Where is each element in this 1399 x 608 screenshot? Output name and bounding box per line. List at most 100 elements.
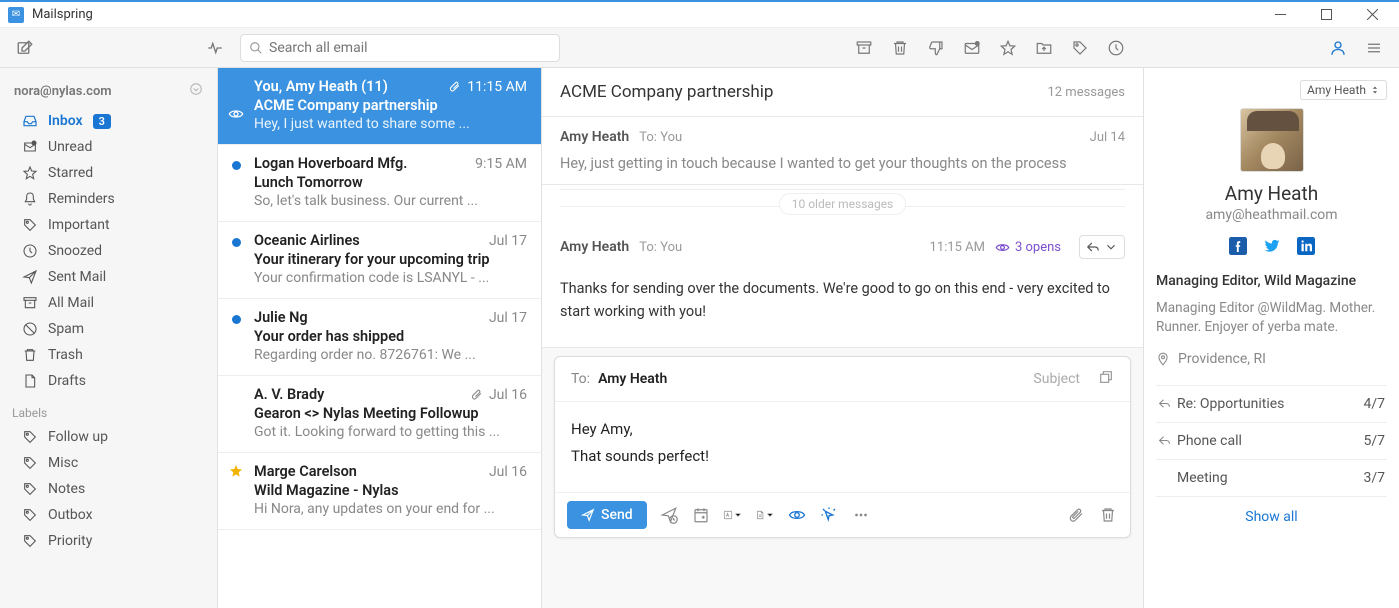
linkedin-icon[interactable] xyxy=(1297,237,1315,255)
close-button[interactable] xyxy=(1349,1,1395,29)
app-title: Mailspring xyxy=(32,7,93,22)
message-from: Julie Ng xyxy=(254,309,308,326)
show-all-link[interactable]: Show all xyxy=(1156,497,1387,537)
composer-body[interactable]: Hey Amy, That sounds perfect! xyxy=(555,402,1130,492)
star-button[interactable] xyxy=(993,33,1023,63)
to-label: To: xyxy=(639,240,657,255)
sidebar-item-drafts[interactable]: Drafts xyxy=(0,368,217,394)
reminder-icon[interactable] xyxy=(691,505,711,525)
minimize-button[interactable] xyxy=(1257,1,1303,29)
trash-button[interactable] xyxy=(885,33,915,63)
recipient-chip[interactable]: Amy Heath xyxy=(598,371,667,387)
reply-dropdown[interactable] xyxy=(1079,235,1125,259)
tag-icon xyxy=(22,429,38,445)
expanded-message: Amy Heath To: You 11:15 AM 3 opens Thank… xyxy=(542,223,1143,348)
sidebar-item-trash[interactable]: Trash xyxy=(0,342,217,368)
related-thread[interactable]: Re: Opportunities4/7 xyxy=(1156,386,1387,423)
message-item[interactable]: Julie NgJul 17Your order has shippedRega… xyxy=(218,299,541,376)
archive-button[interactable] xyxy=(849,33,879,63)
folder-icon xyxy=(22,373,38,389)
message-subject: Wild Magazine - Nylas xyxy=(254,482,527,499)
collapsed-message[interactable]: Amy Heath To: You Jul 14 Hey, just getti… xyxy=(542,117,1143,185)
message-item[interactable]: Oceanic AirlinesJul 17Your itinerary for… xyxy=(218,222,541,299)
message-item[interactable]: A. V. BradyJul 16Gearon <> Nylas Meeting… xyxy=(218,376,541,453)
chevron-down-icon xyxy=(1104,240,1118,254)
menu-button[interactable] xyxy=(1359,33,1389,63)
chevron-down-icon xyxy=(189,82,203,100)
attach-icon[interactable] xyxy=(1066,505,1086,525)
send-button[interactable]: Send xyxy=(567,501,647,529)
star-icon[interactable] xyxy=(228,463,244,483)
message-preview: Hi Nora, any updates on your end for ... xyxy=(254,501,527,517)
composer-to-row[interactable]: To: Amy Heath Subject xyxy=(555,357,1130,402)
thumbs-down-button[interactable] xyxy=(921,33,951,63)
unread-dot xyxy=(232,315,241,324)
profile-button[interactable] xyxy=(1323,33,1353,63)
message-item[interactable]: Marge CarelsonJul 16Wild Magazine - Nyla… xyxy=(218,453,541,530)
related-thread[interactable]: Phone call5/7 xyxy=(1156,423,1387,460)
facebook-icon[interactable] xyxy=(1229,237,1247,255)
twitter-icon[interactable] xyxy=(1263,237,1281,255)
message-item[interactable]: You, Amy Heath (11)11:15 AMACME Company … xyxy=(218,68,541,145)
popout-icon[interactable] xyxy=(1098,369,1114,389)
more-icon[interactable] xyxy=(851,505,871,525)
send-label: Send xyxy=(601,507,633,523)
related-meta: 3/7 xyxy=(1363,470,1385,486)
send-later-icon[interactable] xyxy=(659,505,679,525)
search-icon xyxy=(249,41,263,55)
account-header[interactable]: nora@nylas.com xyxy=(0,74,217,108)
sidebar-item-important[interactable]: Important xyxy=(0,212,217,238)
search-input[interactable] xyxy=(269,40,551,56)
sidebar-item-starred[interactable]: Starred xyxy=(0,160,217,186)
sidebar-label-outbox[interactable]: Outbox xyxy=(0,502,217,528)
sidebar-item-label: Trash xyxy=(48,347,83,363)
folder-icon xyxy=(22,243,38,259)
contact-bio: Managing Editor @WildMag. Mother. Runner… xyxy=(1156,299,1387,337)
sidebar-label-misc[interactable]: Misc xyxy=(0,450,217,476)
related-meta: 4/7 xyxy=(1363,396,1385,412)
mark-read-button[interactable] xyxy=(957,33,987,63)
sidebar-label-notes[interactable]: Notes xyxy=(0,476,217,502)
sidebar-label-priority[interactable]: Priority xyxy=(0,528,217,554)
sidebar-item-snoozed[interactable]: Snoozed xyxy=(0,238,217,264)
sidebar-item-spam[interactable]: Spam xyxy=(0,316,217,342)
track-clicks-icon[interactable] xyxy=(819,505,839,525)
unread-dot xyxy=(232,161,241,170)
maximize-button[interactable] xyxy=(1303,1,1349,29)
delete-draft-icon[interactable] xyxy=(1098,505,1118,525)
opens-count: 3 opens xyxy=(1015,240,1061,255)
template-icon[interactable] xyxy=(755,505,775,525)
sidebar-inbox[interactable]: Inbox 3 xyxy=(0,108,217,134)
activity-icon[interactable] xyxy=(200,33,230,63)
related-thread[interactable]: Meeting3/7 xyxy=(1156,460,1387,497)
sidebar-item-sent-mail[interactable]: Sent Mail xyxy=(0,264,217,290)
translate-icon[interactable] xyxy=(723,505,743,525)
tag-icon xyxy=(22,507,38,523)
sidebar-item-unread[interactable]: Unread xyxy=(0,134,217,160)
contact-panel: Amy Heath Amy Heath amy@heathmail.com Ma… xyxy=(1143,68,1399,608)
snooze-button[interactable] xyxy=(1101,33,1131,63)
sidebar-item-label: Drafts xyxy=(48,373,86,389)
subject-hint[interactable]: Subject xyxy=(1033,371,1080,387)
contact-dropdown[interactable]: Amy Heath xyxy=(1300,80,1387,100)
sidebar-item-label: Outbox xyxy=(48,507,93,523)
sidebar-item-reminders[interactable]: Reminders xyxy=(0,186,217,212)
sidebar-item-label: Priority xyxy=(48,533,92,549)
folder-icon xyxy=(22,295,38,311)
contact-name: Amy Heath xyxy=(1156,182,1387,205)
move-folder-button[interactable] xyxy=(1029,33,1059,63)
sidebar-item-all-mail[interactable]: All Mail xyxy=(0,290,217,316)
compose-button[interactable] xyxy=(10,33,40,63)
sidebar-item-label: Unread xyxy=(48,139,92,155)
body-line: Hey Amy, xyxy=(571,416,1114,443)
sidebar-label-follow-up[interactable]: Follow up xyxy=(0,424,217,450)
search-box[interactable] xyxy=(240,34,560,62)
location-text: Providence, RI xyxy=(1178,351,1266,367)
label-button[interactable] xyxy=(1065,33,1095,63)
message-item[interactable]: Logan Hoverboard Mfg.9:15 AMLunch Tomorr… xyxy=(218,145,541,222)
older-messages-toggle[interactable]: 10 older messages xyxy=(542,185,1143,223)
message-preview: Regarding order no. 8726761: We ... xyxy=(254,347,527,363)
open-tracking[interactable]: 3 opens xyxy=(995,240,1061,255)
track-opens-icon[interactable] xyxy=(787,505,807,525)
message-from: Oceanic Airlines xyxy=(254,232,360,249)
